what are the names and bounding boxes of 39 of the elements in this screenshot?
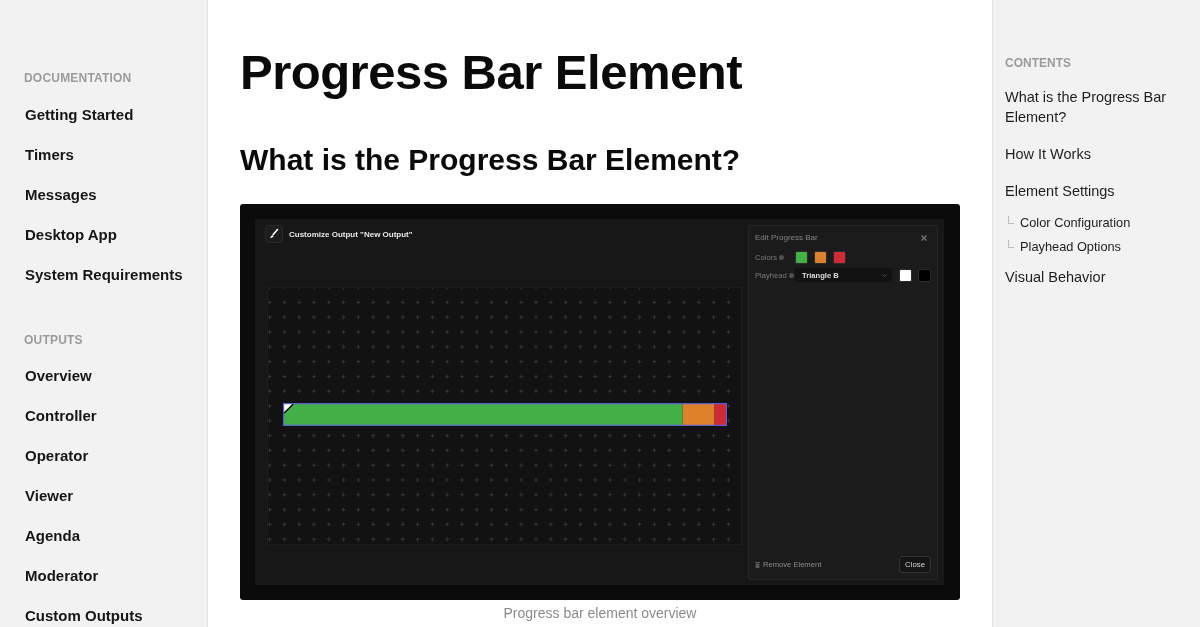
- color-swatch[interactable]: [918, 268, 931, 282]
- window-title: Customize Output "New Output": [289, 229, 413, 239]
- tree-branch-icon: [1008, 216, 1014, 224]
- color-swatch[interactable]: [833, 250, 846, 264]
- info-icon: [778, 254, 784, 260]
- close-icon[interactable]: [921, 234, 927, 241]
- section-heading: DOCUMENTATION: [24, 71, 132, 86]
- nav-link[interactable]: Timers: [25, 146, 74, 164]
- nav-link[interactable]: Getting Started: [25, 106, 134, 124]
- color-swatch[interactable]: [795, 250, 808, 264]
- nav-link[interactable]: Desktop App: [25, 226, 117, 244]
- nav-link[interactable]: Viewer: [25, 487, 74, 505]
- toc-link[interactable]: Playhead Options: [1020, 239, 1122, 255]
- nav-link[interactable]: Messages: [25, 186, 97, 204]
- toc-link[interactable]: Color Configuration: [1020, 215, 1131, 231]
- nav-link[interactable]: Operator: [25, 447, 89, 465]
- panel-title: Edit Progress Bar: [755, 233, 818, 242]
- nav-link[interactable]: Agenda: [25, 527, 80, 545]
- section-heading: OUTPUTS: [24, 333, 83, 348]
- section-heading: What is the Progress Bar Element?: [240, 142, 741, 178]
- nav-link[interactable]: Overview: [25, 367, 92, 385]
- chevron-down-icon: [882, 273, 887, 277]
- figure-caption: Progress bar element overview: [503, 604, 697, 622]
- color-swatch[interactable]: [899, 268, 912, 282]
- toc-link[interactable]: Element Settings: [1005, 181, 1115, 201]
- toc-link[interactable]: What is the Progress Bar Element?: [1005, 87, 1185, 127]
- info-icon: [788, 272, 794, 278]
- trash-icon: [755, 561, 760, 568]
- nav-link[interactable]: System Requirements: [25, 266, 183, 284]
- toc-link[interactable]: How It Works: [1005, 144, 1091, 164]
- nav-link[interactable]: Moderator: [25, 567, 99, 585]
- nav-link[interactable]: Custom Outputs: [25, 607, 143, 625]
- color-swatch[interactable]: [814, 250, 827, 264]
- nav-link[interactable]: Controller: [25, 407, 97, 425]
- tree-branch-icon: [1008, 240, 1014, 248]
- toc-heading: CONTENTS: [1005, 56, 1071, 71]
- brush-icon: [265, 225, 283, 243]
- page-title: Progress Bar Element: [240, 44, 742, 101]
- toc-link[interactable]: Visual Behavior: [1005, 267, 1106, 287]
